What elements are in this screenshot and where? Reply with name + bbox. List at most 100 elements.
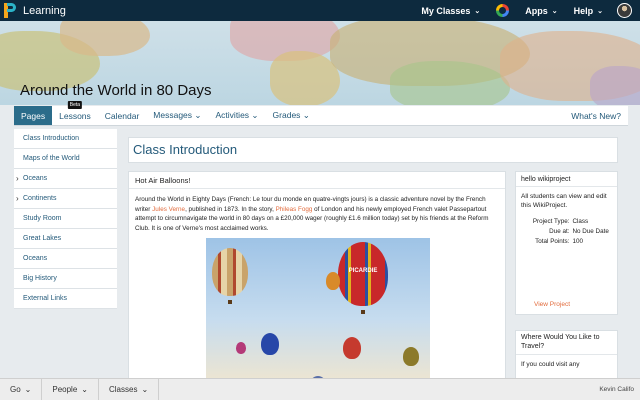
tab-label: Calendar [104,110,140,121]
sidebar-item-label: Great Lakes [23,235,62,242]
sidebar-item-label: Class Introduction [23,135,80,142]
field-key: Due at: [549,228,570,235]
hot-air-balloons-image: PICARDIE [206,238,430,386]
field-key: Total Points: [535,238,570,245]
sidebar-item-label: Maps of the World [23,155,80,162]
sidebar-item-label: Study Room [23,215,62,222]
tab-messages[interactable]: Messages ⌄ [146,106,208,125]
chevron-down-icon: ⌄ [597,7,603,15]
chevron-right-icon[interactable]: › [16,174,19,183]
balloon-basket [361,310,365,314]
course-banner: Around the World in 80 Days [0,21,640,105]
phileas-fogg-link[interactable]: Phileas Fogg [276,206,313,213]
chevron-down-icon: ⌄ [81,385,88,394]
tab-label: Activities ⌄ [215,110,259,120]
due-at-row: Due at: No Due Date [521,228,612,236]
jules-verne-link[interactable]: Jules Verne [152,206,185,213]
balloon-shape [212,248,248,296]
wikiproject-card: hello wikiproject All students can view … [515,171,618,315]
my-classes-label: My Classes [421,5,471,16]
balloon-shape [236,342,246,354]
balloon-shape [326,272,340,290]
sidebar-item-label: Big History [23,275,57,282]
travel-heading: Where Would You Like to Travel? [516,331,617,355]
sidebar-item-label: External Links [23,295,67,302]
whats-new-link[interactable]: What's New? [564,106,628,125]
tab-lessons[interactable]: Beta Lessons [52,101,98,125]
main-title-panel: Class Introduction [128,137,618,163]
project-type-row: Project Type: Class [521,218,612,226]
bottom-navigation-bar: Go ⌄ People ⌄ Classes ⌄ Kevin Califo [0,378,640,400]
help-label: Help [573,5,594,16]
tab-label: Pages [21,110,46,121]
people-menu[interactable]: People ⌄ [42,378,99,400]
map-land-shape [60,21,150,56]
picardie-balloon: PICARDIE [338,242,388,306]
sidebar-item-label: Oceans [23,255,48,262]
tab-label: What's New? [571,110,621,121]
field-value: No Due Date [572,228,609,235]
chevron-down-icon: ⌄ [551,7,558,15]
help-menu[interactable]: Help ⌄ [566,6,611,16]
top-nav: My Classes ⌄ Apps ⌄ Help ⌄ [413,0,640,21]
chevron-down-icon: ⌄ [24,385,32,394]
total-points-row: Total Points: 100 [521,238,612,246]
logo-icon[interactable] [4,3,17,18]
wikiproject-heading: hello wikiproject [516,172,617,187]
sidebar-item-great-lakes[interactable]: Great Lakes [14,229,117,249]
sidebar-item-external-links[interactable]: External Links [14,289,117,309]
classes-label: Classes [109,385,138,394]
wikiproject-description: All students can view and edit this Wiki… [516,187,617,251]
sidebar-item-study-room[interactable]: Study Room [14,209,117,229]
go-menu[interactable]: Go ⌄ [0,378,43,400]
map-land-shape [590,66,640,105]
pages-sidebar: Class Introduction Maps of the World › O… [14,129,117,309]
chevron-right-icon[interactable]: › [16,194,19,203]
balloon-shape [343,337,361,359]
tab-label: Grades ⌄ [272,110,310,120]
balloon-shape [403,347,419,366]
avatar[interactable] [617,3,632,18]
apps-label: Apps [525,5,548,16]
course-tabs: Pages Beta Lessons Calendar Messages ⌄ A… [14,101,628,126]
sidebar-item-oceans-folder[interactable]: › Oceans [14,169,117,189]
tab-grades[interactable]: Grades ⌄ [266,106,317,125]
sidebar-item-big-history[interactable]: Big History [14,269,117,289]
apps-menu[interactable]: Apps ⌄ [517,6,565,16]
my-classes-menu[interactable]: My Classes ⌄ [413,6,488,16]
tab-activities[interactable]: Activities ⌄ [209,106,266,125]
balloon-basket [228,300,232,304]
classes-menu[interactable]: Classes ⌄ [99,378,160,400]
post-body: Around the World in Eighty Days (French:… [129,189,505,239]
chevron-down-icon: ⌄ [474,7,481,15]
tab-label: Lessons [59,110,91,121]
go-label: Go [10,385,21,394]
top-navigation-bar: Learning My Classes ⌄ Apps ⌄ Help ⌄ [0,0,640,21]
sidebar-item-continents[interactable]: › Continents [14,189,117,209]
section-title: Class Introduction [133,142,238,157]
google-icon[interactable] [496,4,510,17]
tab-pages[interactable]: Pages [14,106,53,125]
people-label: People [52,385,78,394]
beta-badge: Beta [67,101,83,109]
balloon-caption: PICARDIE [348,268,378,274]
sidebar-item-label: Oceans [23,175,48,182]
post-text: , published in 1873. In the story, [185,205,276,213]
sidebar-item-oceans[interactable]: Oceans [14,249,117,269]
sidebar-item-maps-of-the-world[interactable]: Maps of the World [14,149,117,169]
brand-label: Learning [23,4,66,17]
tab-label: Messages ⌄ [153,110,202,120]
tab-calendar[interactable]: Calendar [98,106,147,125]
user-name[interactable]: Kevin Califo [599,386,640,393]
post-heading: Hot Air Balloons! [129,172,505,189]
sidebar-item-class-introduction[interactable]: Class Introduction [14,129,117,149]
chevron-down-icon: ⌄ [141,385,149,394]
page-content-panel: Hot Air Balloons! Around the World in Ei… [128,171,506,386]
sidebar-item-label: Continents [23,195,57,202]
field-value: Class [572,218,589,225]
travel-description: If you could visit any [521,361,580,368]
page-title: Around the World in 80 Days [20,82,212,99]
balloon-shape [261,333,279,355]
view-project-link[interactable]: View Project [534,301,570,308]
wikiproject-desc-text: All students can view and edit this Wiki… [521,193,607,209]
